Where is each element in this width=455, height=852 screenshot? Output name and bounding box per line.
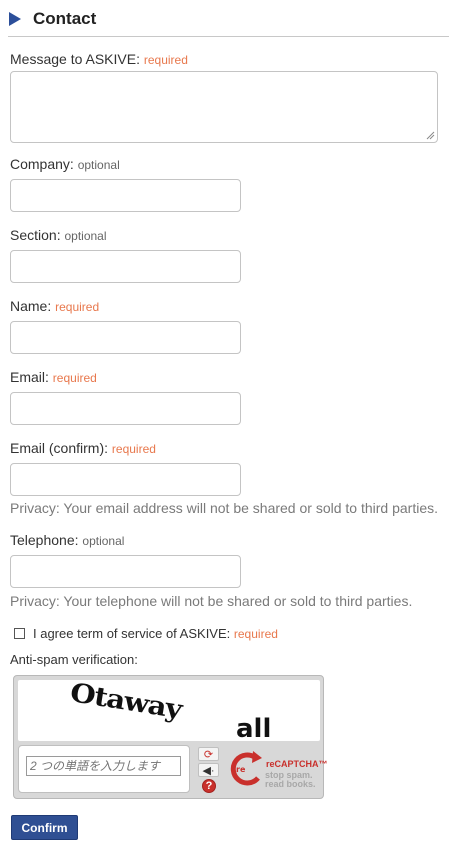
page-title: Contact: [33, 9, 97, 28]
required-tag: required: [233, 626, 278, 641]
company-label: Company: optional: [10, 156, 120, 172]
recaptcha-logo: re reCAPTCHA™ stop spam. read books.: [228, 750, 328, 794]
email-label-text: Email:: [10, 369, 49, 385]
email-confirm-label: Email (confirm): required: [10, 440, 156, 456]
required-tag: required: [111, 442, 156, 456]
message-label: Message to ASKIVE: required: [10, 51, 188, 67]
message-label-text: Message to ASKIVE:: [10, 51, 140, 67]
company-label-text: Company:: [10, 156, 74, 172]
recaptcha-tagline: stop spam. read books.: [265, 771, 316, 789]
resize-grip-icon[interactable]: [426, 131, 435, 140]
company-input[interactable]: [10, 179, 241, 212]
section-input[interactable]: [10, 250, 241, 283]
refresh-icon[interactable]: ⟳: [198, 747, 219, 761]
svg-text:re: re: [236, 765, 246, 774]
antispam-label: Anti-spam verification:: [10, 652, 138, 667]
triangle-bullet-icon: [9, 12, 21, 26]
required-tag: required: [55, 300, 100, 314]
agree-terms-row[interactable]: I agree term of service of ASKIVE: requi…: [14, 626, 278, 641]
email-confirm-input[interactable]: [10, 463, 241, 496]
telephone-privacy-note: Privacy: Your telephone will not be shar…: [10, 593, 413, 609]
help-icon[interactable]: ?: [202, 779, 216, 793]
optional-tag: optional: [77, 158, 120, 172]
email-label: Email: required: [10, 369, 97, 385]
confirm-button[interactable]: Confirm: [11, 815, 78, 840]
captcha-input-box: [18, 745, 190, 793]
required-tag: required: [143, 53, 188, 67]
message-textarea[interactable]: [10, 71, 438, 143]
optional-tag: optional: [82, 534, 125, 548]
name-input[interactable]: [10, 321, 241, 354]
telephone-label: Telephone: optional: [10, 532, 124, 548]
audio-icon[interactable]: ◀·: [198, 763, 219, 777]
captcha-word-1: Otaway: [68, 680, 185, 726]
agree-label: I agree term of service of ASKIVE:: [33, 626, 231, 641]
captcha-word-2: all: [236, 714, 271, 741]
optional-tag: optional: [64, 229, 107, 243]
email-confirm-label-text: Email (confirm):: [10, 440, 109, 456]
recaptcha-arrow-icon: re: [230, 751, 262, 786]
section-label: Section: optional: [10, 227, 107, 243]
recaptcha-logo-text: reCAPTCHA™: [266, 759, 328, 769]
captcha-image: Otaway all: [18, 678, 320, 744]
telephone-label-text: Telephone:: [10, 532, 79, 548]
recaptcha-widget: Otaway all ⟳ ◀· ? re reCAPTCHA™ stop spa…: [13, 675, 328, 799]
email-privacy-note: Privacy: Your email address will not be …: [10, 500, 438, 516]
email-input[interactable]: [10, 392, 241, 425]
section-label-text: Section:: [10, 227, 61, 243]
telephone-input[interactable]: [10, 555, 241, 588]
captcha-response-input[interactable]: [26, 756, 181, 776]
section-header: Contact: [8, 6, 449, 37]
name-label-text: Name:: [10, 298, 52, 314]
tagline-line-2: read books.: [265, 779, 316, 789]
agree-checkbox[interactable]: [14, 628, 25, 639]
name-label: Name: required: [10, 298, 99, 314]
required-tag: required: [52, 371, 97, 385]
